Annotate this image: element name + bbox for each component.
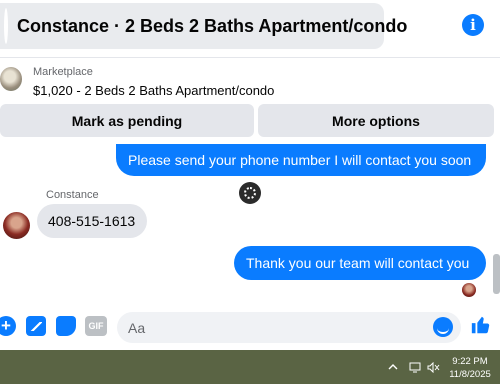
message-sender-name: Constance [46,189,99,201]
chat-title: Constance · 2 Beds 2 Baths Apartment/con… [17,15,408,36]
more-options-button[interactable]: More options [258,104,494,137]
chevron-up-icon[interactable] [384,350,402,384]
mark-as-pending-button[interactable]: Mark as pending [0,104,254,137]
message-list: Please send your phone number I will con… [0,142,500,302]
messenger-window: Constance · 2 Beds 2 Baths Apartment/con… [0,0,500,384]
plus-icon[interactable]: + [0,316,16,336]
message-bubble-outgoing: Thank you our team will contact you [234,246,486,280]
volume-muted-icon[interactable] [424,350,442,384]
gif-icon[interactable]: GIF [85,316,107,336]
clock-time: 9:22 PM [452,356,488,367]
message-bubble-outgoing: Please send your phone number I will con… [116,144,486,176]
emoji-icon[interactable] [433,317,453,337]
system-clock[interactable]: 9:22 PM 11/8/2025 [442,355,498,381]
sticker-icon[interactable] [56,316,76,336]
sender-avatar[interactable] [3,212,30,239]
read-receipt-avatar [462,283,476,297]
listing-actions: Mark as pending More options [0,104,500,138]
listing-title: $1,020 - 2 Beds 2 Baths Apartment/condo [33,83,275,98]
loading-spinner-icon [239,182,261,204]
contact-avatar [4,8,8,44]
listing-thumbnail [0,67,22,91]
message-bubble-incoming: 408-515-1613 [37,204,147,238]
chat-title-button[interactable]: Constance · 2 Beds 2 Baths Apartment/con… [0,3,407,49]
photo-icon[interactable] [26,316,46,336]
clock-date: 11/8/2025 [449,369,491,380]
network-icon[interactable] [406,350,424,384]
chat-header: Constance · 2 Beds 2 Baths Apartment/con… [0,0,500,56]
header-divider [0,57,500,58]
like-icon[interactable] [470,314,494,338]
message-input[interactable]: Aa [117,312,461,343]
message-scrollbar[interactable] [493,254,500,294]
windows-taskbar: 9:22 PM 11/8/2025 [0,350,500,384]
marketplace-listing[interactable]: Marketplace $1,020 - 2 Beds 2 Baths Apar… [0,62,500,102]
info-icon[interactable]: i [462,14,484,36]
listing-label: Marketplace [33,66,93,78]
message-composer: + GIF Aa [0,306,500,348]
